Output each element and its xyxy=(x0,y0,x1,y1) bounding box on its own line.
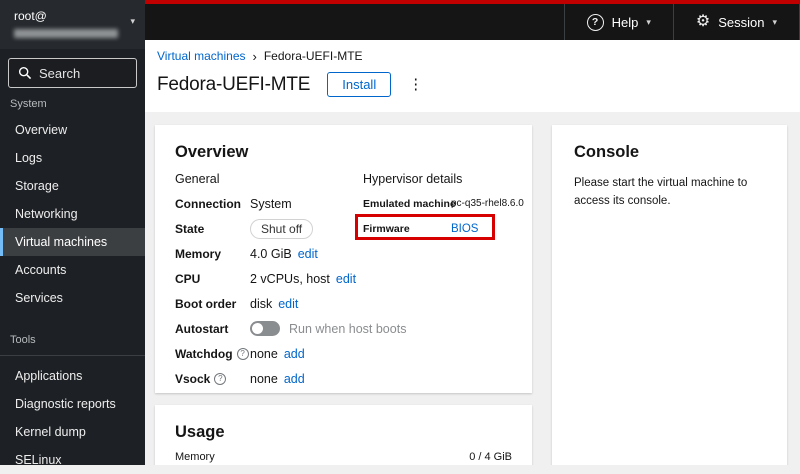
search-box[interactable] xyxy=(8,58,137,88)
help-icon[interactable]: ? xyxy=(214,373,226,385)
usage-memory-value: 0 / 4 GiB xyxy=(469,451,512,463)
cpu-edit-link[interactable]: edit xyxy=(336,272,356,286)
watchdog-add-link[interactable]: add xyxy=(284,347,305,361)
memory-label: Memory xyxy=(175,247,250,261)
sidebar-item-logs[interactable]: Logs xyxy=(0,144,145,172)
console-message: Please start the virtual machine to acce… xyxy=(574,175,765,211)
console-card: Console Please start the virtual machine… xyxy=(552,125,787,465)
chevron-down-icon: ▾ xyxy=(772,18,777,27)
search-icon xyxy=(18,66,32,80)
nav-tools-list: Applications Diagnostic reports Kernel d… xyxy=(0,362,145,474)
boot-order-row: Boot order disk edit xyxy=(175,291,355,316)
console-card-title: Console xyxy=(574,143,765,162)
chevron-down-icon: ▾ xyxy=(130,17,135,26)
sidebar-item-virtual-machines[interactable]: Virtual machines xyxy=(0,228,145,256)
vsock-label: Vsock xyxy=(175,372,210,386)
help-menu-label: Help xyxy=(612,15,639,30)
hostname-redacted xyxy=(14,29,118,38)
usage-card-title: Usage xyxy=(175,423,512,442)
sidebar-item-services[interactable]: Services xyxy=(0,284,145,312)
watchdog-row: Watchdog ? none add xyxy=(175,341,355,366)
vsock-add-link[interactable]: add xyxy=(284,372,305,386)
account-menu[interactable]: root@ ▾ xyxy=(0,0,145,49)
emulated-machine-label: Emulated machine xyxy=(363,198,451,210)
emulated-machine-row: Emulated machine pc-q35-rhel8.6.0 xyxy=(363,191,512,216)
watchdog-label: Watchdog xyxy=(175,347,233,361)
account-username: root@ xyxy=(14,9,131,23)
nav-system-list: Overview Logs Storage Networking Virtual… xyxy=(0,116,145,312)
page-title: Fedora-UEFI-MTE xyxy=(157,74,310,96)
sidebar-item-storage[interactable]: Storage xyxy=(0,172,145,200)
autostart-toggle[interactable] xyxy=(250,321,280,336)
memory-row: Memory 4.0 GiB edit xyxy=(175,241,355,266)
help-menu[interactable]: ? Help ▾ xyxy=(564,4,673,40)
gear-icon: ⚙ xyxy=(696,14,710,30)
breadcrumb-link-virtual-machines[interactable]: Virtual machines xyxy=(157,49,246,63)
state-label: State xyxy=(175,222,250,236)
vsock-value: none xyxy=(250,372,278,386)
sidebar: root@ ▾ System Overview Logs Storage Net… xyxy=(0,0,145,465)
vsock-row: Vsock ? none add xyxy=(175,366,355,391)
boot-order-label: Boot order xyxy=(175,297,250,311)
breadcrumb-current: Fedora-UEFI-MTE xyxy=(264,49,363,63)
firmware-row: Firmware BIOS xyxy=(363,216,512,241)
page-header: Virtual machines › Fedora-UEFI-MTE Fedor… xyxy=(145,40,800,112)
memory-value: 4.0 GiB xyxy=(250,247,292,261)
firmware-value-link[interactable]: BIOS xyxy=(451,223,478,235)
breadcrumb: Virtual machines › Fedora-UEFI-MTE xyxy=(157,49,784,63)
sidebar-item-applications[interactable]: Applications xyxy=(0,362,145,390)
cpu-row: CPU 2 vCPUs, host edit xyxy=(175,266,355,291)
content-area: Overview General Connection System State… xyxy=(145,112,800,465)
install-button[interactable]: Install xyxy=(327,72,391,97)
sidebar-item-overview[interactable]: Overview xyxy=(0,116,145,144)
sidebar-item-diagnostic-reports[interactable]: Diagnostic reports xyxy=(0,390,145,418)
connection-row: Connection System xyxy=(175,191,355,216)
autostart-row: Autostart Run when host boots xyxy=(175,316,355,341)
firmware-label: Firmware xyxy=(363,223,451,235)
cpu-label: CPU xyxy=(175,272,250,286)
session-menu-label: Session xyxy=(718,15,764,30)
nav-section-tools: Tools xyxy=(0,334,145,356)
general-section-header: General xyxy=(175,172,219,186)
memory-edit-link[interactable]: edit xyxy=(298,247,318,261)
sidebar-item-kernel-dump[interactable]: Kernel dump xyxy=(0,418,145,446)
cpu-value: 2 vCPUs, host xyxy=(250,272,330,286)
overview-card-title: Overview xyxy=(175,143,512,162)
main-area: Virtual machines › Fedora-UEFI-MTE Fedor… xyxy=(145,40,800,465)
search-input[interactable] xyxy=(39,66,127,81)
connection-label: Connection xyxy=(175,197,250,211)
watchdog-value: none xyxy=(250,347,278,361)
nav-section-system: System xyxy=(10,98,135,110)
usage-card: Usage Memory 0 / 4 GiB xyxy=(155,405,532,465)
vm-state-badge: Shut off xyxy=(250,219,313,239)
emulated-machine-value: pc-q35-rhel8.6.0 xyxy=(451,198,524,209)
sidebar-item-accounts[interactable]: Accounts xyxy=(0,256,145,284)
usage-memory-label: Memory xyxy=(175,451,215,463)
masthead: ? Help ▾ ⚙ Session ▾ xyxy=(145,0,800,40)
hypervisor-section-header: Hypervisor details xyxy=(363,172,462,186)
session-menu[interactable]: ⚙ Session ▾ xyxy=(673,4,800,40)
connection-value: System xyxy=(250,197,292,211)
help-icon: ? xyxy=(587,14,604,31)
chevron-down-icon: ▾ xyxy=(646,18,651,27)
boot-order-value: disk xyxy=(250,297,272,311)
autostart-label: Autostart xyxy=(175,322,250,336)
boot-order-edit-link[interactable]: edit xyxy=(278,297,298,311)
help-icon[interactable]: ? xyxy=(237,348,249,360)
breadcrumb-separator-icon: › xyxy=(253,50,257,63)
state-row: State Shut off xyxy=(175,216,355,241)
overview-card: Overview General Connection System State… xyxy=(155,125,532,393)
kebab-menu-icon[interactable]: ⋮ xyxy=(408,77,423,92)
sidebar-item-selinux[interactable]: SELinux xyxy=(0,446,145,474)
sidebar-item-networking[interactable]: Networking xyxy=(0,200,145,228)
